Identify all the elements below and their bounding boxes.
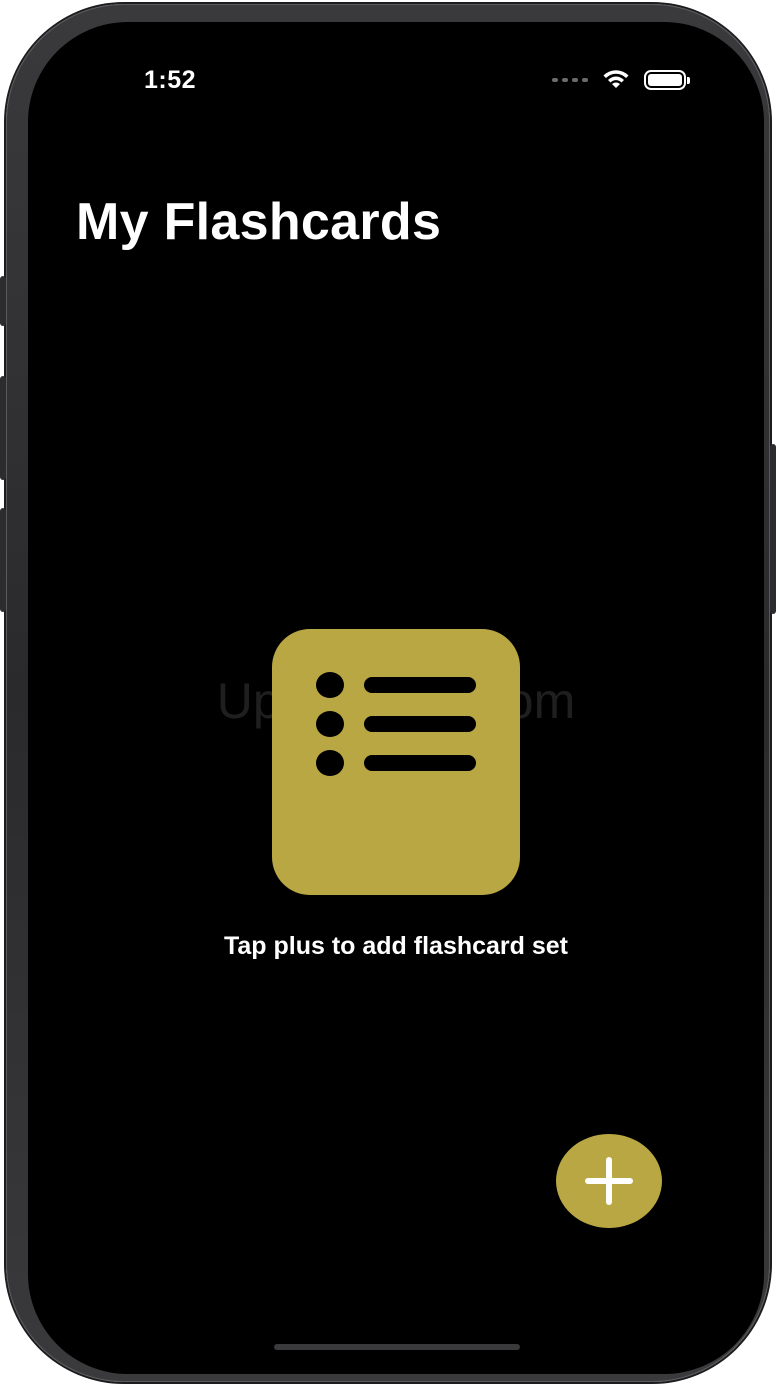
battery-icon (644, 70, 690, 90)
home-indicator[interactable] (274, 1344, 520, 1350)
cellular-signal-icon (552, 78, 588, 82)
plus-icon (585, 1157, 633, 1205)
status-icons (552, 70, 690, 90)
page-title: My Flashcards (76, 193, 442, 251)
phone-frame: 1:52 My Flashcards UpdateStar.com (0, 4, 776, 1382)
status-time: 1:52 (144, 66, 197, 94)
battery-fill (648, 74, 682, 86)
empty-state-message: Tap plus to add flashcard set (223, 932, 569, 960)
add-flashcard-set-button[interactable] (556, 1134, 662, 1228)
list-icon (272, 629, 520, 895)
volume-up-button (0, 376, 6, 480)
action-button (0, 276, 6, 326)
wifi-icon (603, 70, 629, 88)
volume-down-button (0, 508, 6, 612)
screen: 1:52 My Flashcards UpdateStar.com (28, 22, 764, 1374)
power-button (770, 444, 776, 614)
